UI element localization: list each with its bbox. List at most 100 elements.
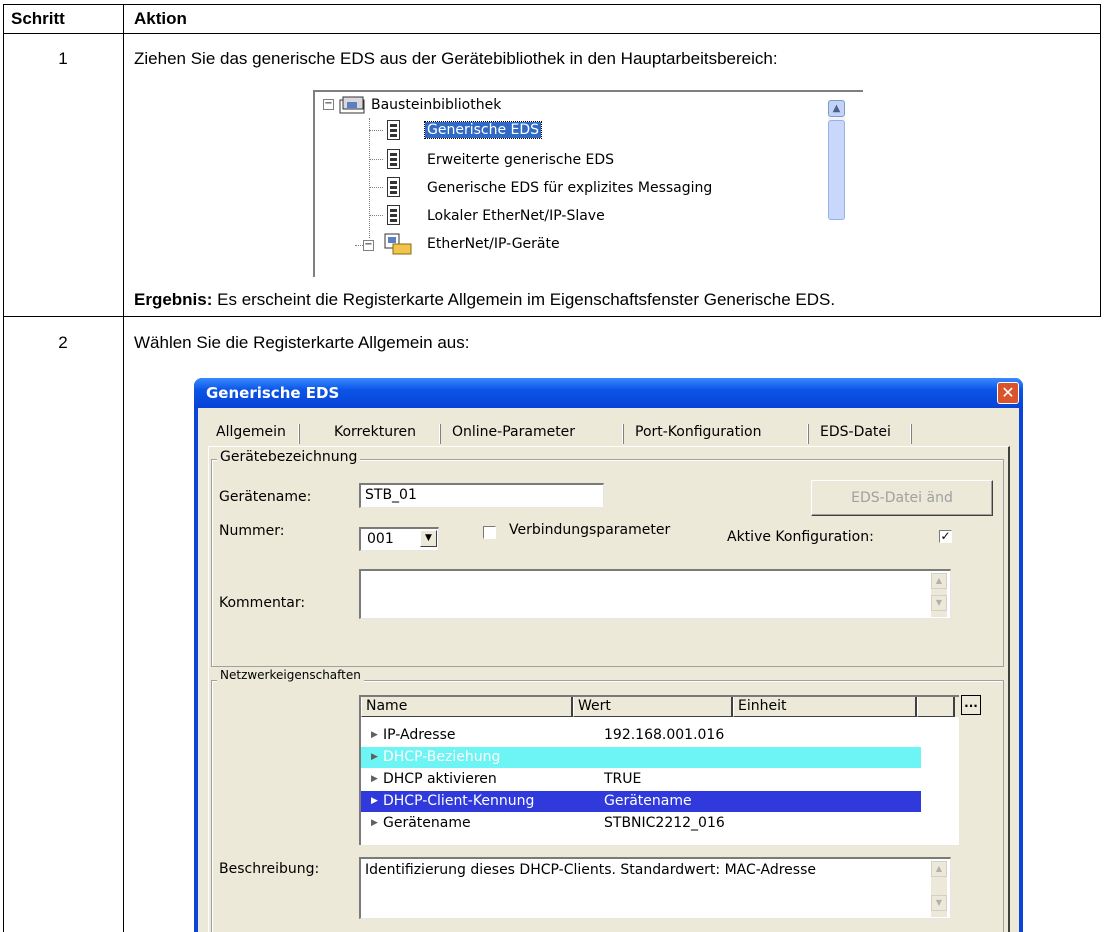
table-border-right [1100, 4, 1101, 317]
number-dropdown[interactable]: 001 ▼ [359, 527, 439, 551]
tab-separator [910, 424, 912, 444]
grid-header: Name Wert Einheit [361, 697, 959, 717]
tree-folder-ethernet-ip[interactable]: EtherNet/IP-Geräte [427, 233, 560, 255]
library-folder-icon [339, 96, 365, 114]
tab-online-parameter[interactable]: Online-Parameter [446, 420, 581, 446]
tab-korrekturen[interactable]: Korrekturen [328, 420, 422, 446]
server-icon [387, 149, 400, 169]
table-row[interactable]: ▶ DHCP aktivieren TRUE [361, 769, 921, 790]
header-action: Aktion [134, 9, 187, 28]
number-label: Nummer: [219, 523, 285, 539]
column-header-name[interactable]: Name [361, 697, 573, 717]
device-name-label: Gerätename: [219, 489, 312, 505]
number-value: 001 [367, 531, 394, 547]
dialog-title: Generische EDS [206, 384, 340, 402]
scroll-up-icon[interactable]: ▲ [828, 100, 845, 117]
tree-item-explicit-messaging[interactable]: Generische EDS für explizites Messaging [427, 177, 712, 199]
step-number-2: 2 [58, 333, 68, 352]
tree-item-generic-eds[interactable]: Generische EDS [423, 119, 543, 141]
connection-params-checkbox[interactable] [483, 526, 496, 539]
table-row[interactable]: ▶ DHCP-Beziehung [361, 747, 921, 768]
tree-item-extended-eds[interactable]: Erweiterte generische EDS [427, 149, 614, 171]
header-divider [3, 33, 1101, 34]
tree-connector [369, 159, 383, 160]
change-eds-file-button[interactable]: EDS-Datei änd [811, 480, 993, 516]
tab-separator [807, 424, 809, 444]
scroll-up-icon[interactable]: ▲ [931, 861, 947, 877]
server-icon [387, 177, 400, 197]
description-scrollbar[interactable]: ▲ ▼ [931, 861, 947, 917]
tab-allgemein[interactable]: Allgemein [210, 420, 292, 446]
connection-params-label: Verbindungsparameter [509, 522, 671, 538]
comment-field[interactable] [359, 569, 951, 619]
step-number-1: 1 [58, 49, 68, 68]
network-group-title: Netzwerkeigenschaften [217, 668, 364, 682]
tree-connector [369, 187, 383, 188]
result-label: Ergebnis: [134, 290, 213, 309]
row-arrow-icon: ▶ [371, 796, 378, 806]
result-text: Es erscheint die Registerkarte Allgemein… [212, 290, 836, 309]
tree-item-local-slave[interactable]: Lokaler EtherNet/IP-Slave [427, 205, 605, 227]
description-label: Beschreibung: [219, 861, 320, 877]
device-group-title: Gerätebezeichnung [217, 449, 361, 465]
tab-port-konfiguration[interactable]: Port-Konfiguration [629, 420, 767, 446]
server-icon [387, 120, 400, 140]
active-config-checkbox[interactable]: ✓ [939, 530, 952, 543]
property-name: DHCP-Beziehung [383, 749, 501, 765]
collapse-icon[interactable]: − [323, 99, 334, 110]
result-line: Ergebnis: Es erscheint die Registerkarte… [134, 290, 835, 310]
collapse-icon[interactable]: − [363, 240, 374, 251]
property-value: STBNIC2212_016 [604, 815, 725, 831]
scroll-down-icon[interactable]: ▼ [931, 895, 947, 911]
tab-eds-datei[interactable]: EDS-Datei [814, 420, 897, 446]
active-config-label: Aktive Konfiguration: [727, 529, 874, 545]
instruction-2: Wählen Sie die Registerkarte Allgemein a… [134, 333, 470, 352]
property-name: DHCP-Client-Kennung [383, 793, 535, 809]
dialog-client-area: Allgemein Korrekturen Online-Parameter P… [198, 408, 1019, 932]
dialog-titlebar[interactable]: Generische EDS ✕ [194, 378, 1023, 408]
description-field: Identifizierung dieses DHCP-Clients. Sta… [359, 857, 951, 919]
row-divider [3, 316, 1101, 317]
property-name: IP-Adresse [383, 727, 456, 743]
comment-label: Kommentar: [219, 595, 306, 611]
scroll-up-icon[interactable]: ▲ [931, 573, 947, 589]
network-devices-icon [384, 233, 412, 255]
row-arrow-icon: ▶ [371, 818, 378, 828]
device-library-tree: − Bausteinbibliothek Generische EDS Erwe… [313, 90, 863, 277]
tree-connector [369, 215, 383, 216]
table-row[interactable]: ▶ DHCP-Client-Kennung Gerätename [361, 791, 921, 812]
tab-page-allgemein: Gerätebezeichnung Gerätename: STB_01 EDS… [208, 446, 1010, 932]
row-arrow-icon: ▶ [371, 774, 378, 784]
property-name: DHCP aktivieren [383, 771, 497, 787]
column-header-spare [917, 697, 955, 717]
table-border-top [3, 4, 1101, 5]
comment-scrollbar[interactable]: ▲ ▼ [931, 573, 947, 617]
instruction-1: Ziehen Sie das generische EDS aus der Ge… [134, 49, 778, 68]
property-value: Gerätename [604, 793, 692, 809]
table-row[interactable]: ▶ IP-Adresse 192.168.001.016 [361, 725, 921, 746]
column-header-unit[interactable]: Einheit [733, 697, 917, 717]
table-row[interactable]: ▶ Gerätename STBNIC2212_016 [361, 813, 921, 834]
header-step: Schritt [11, 9, 65, 28]
column-header-value[interactable]: Wert [573, 697, 733, 717]
column-divider [123, 4, 124, 932]
row-arrow-icon: ▶ [371, 730, 378, 740]
device-name-field[interactable]: STB_01 [359, 483, 604, 508]
server-icon [387, 205, 400, 225]
close-icon[interactable]: ✕ [997, 382, 1019, 404]
tree-connector [369, 130, 383, 131]
tab-separator [439, 424, 441, 444]
property-value: TRUE [604, 771, 642, 787]
row-arrow-icon: ▶ [371, 752, 378, 762]
property-name: Gerätename [383, 815, 471, 831]
scroll-thumb[interactable] [828, 120, 845, 220]
scroll-down-icon[interactable]: ▼ [931, 595, 947, 611]
more-options-button[interactable]: ... [961, 695, 981, 715]
tree-scrollbar[interactable]: ▲ [828, 100, 845, 220]
generic-eds-dialog: Generische EDS ✕ Allgemein Korrekturen O… [194, 378, 1023, 932]
tree-root-label[interactable]: Bausteinbibliothek [371, 94, 501, 116]
property-value: 192.168.001.016 [604, 727, 725, 743]
chevron-down-icon[interactable]: ▼ [420, 530, 437, 547]
table-border-left [3, 4, 4, 932]
tab-separator [622, 424, 624, 444]
